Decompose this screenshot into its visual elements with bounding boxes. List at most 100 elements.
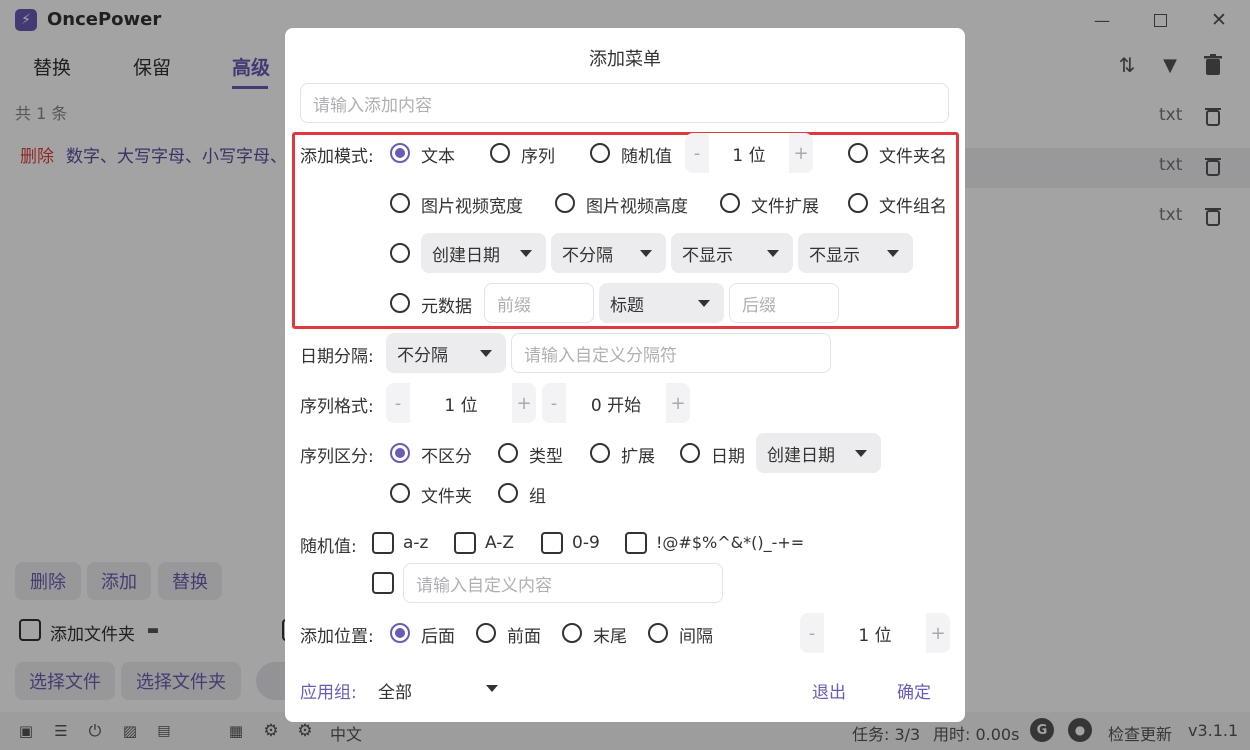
date-type-select[interactable]: 创建日期 — [421, 233, 546, 273]
mode-folder-name-label: 文件夹名 — [879, 147, 947, 167]
date-display-value: 不显示 — [682, 245, 733, 266]
mode-random-radio[interactable] — [590, 143, 610, 163]
sequence-split-label: 序列区分: — [300, 447, 374, 467]
position-end-label: 末尾 — [593, 627, 627, 647]
exit-button[interactable]: 退出 — [812, 678, 846, 703]
increment-button[interactable]: + — [666, 383, 690, 423]
decrement-button[interactable]: - — [685, 133, 709, 173]
split-group-label: 组 — [529, 487, 546, 507]
increment-button[interactable]: + — [789, 133, 813, 173]
metadata-prefix-input[interactable]: 前缀 — [484, 283, 594, 323]
metadata-field-select[interactable]: 标题 — [599, 283, 724, 323]
mode-text-radio[interactable] — [390, 143, 410, 163]
mode-metadata-radio[interactable] — [390, 293, 410, 313]
confirm-button[interactable]: 确定 — [897, 678, 931, 703]
position-label: 添加位置: — [300, 627, 374, 647]
custom-separator-input[interactable]: 请输入自定义分隔符 — [511, 333, 831, 373]
chevron-down-icon — [520, 250, 532, 257]
split-none-label: 不区分 — [421, 447, 472, 467]
mode-sequence-label: 序列 — [521, 147, 555, 167]
add-menu-dialog: 添加菜单 请输入添加内容 添加模式: 文本 序列 随机值 - 1 位 + 文件夹… — [285, 28, 965, 722]
chevron-down-icon — [887, 250, 899, 257]
chevron-down-icon — [698, 300, 710, 307]
apply-group-label: 应用组: — [300, 683, 357, 703]
mode-sequence-radio[interactable] — [490, 143, 510, 163]
split-type-label: 类型 — [529, 447, 563, 467]
random-length-value[interactable]: 1 位 — [709, 133, 789, 173]
metadata-field-value: 标题 — [610, 295, 644, 316]
split-date-value: 创建日期 — [767, 445, 835, 466]
random-uppercase-label: A-Z — [485, 533, 515, 553]
position-before-radio[interactable] — [476, 623, 496, 643]
random-lowercase-checkbox[interactable] — [372, 532, 394, 554]
split-type-radio[interactable] — [498, 443, 518, 463]
dialog-title: 添加菜单 — [589, 49, 661, 70]
mode-file-group-label: 文件组名 — [879, 197, 947, 217]
interval-value[interactable]: 1 位 — [824, 613, 926, 653]
sequence-digits-value[interactable]: 1 位 — [410, 383, 512, 423]
position-interval-radio[interactable] — [648, 623, 668, 643]
date-separator-select[interactable]: 不分隔 — [551, 233, 666, 273]
mode-file-ext-label: 文件扩展 — [751, 197, 819, 217]
split-none-radio[interactable] — [390, 443, 410, 463]
position-before-label: 前面 — [507, 627, 541, 647]
mode-date-radio[interactable] — [390, 243, 410, 263]
random-symbols-label: !@#$%^&*()_-+= — [656, 533, 805, 552]
position-end-radio[interactable] — [562, 623, 582, 643]
sequence-digits-stepper[interactable]: - 1 位 + — [386, 383, 536, 423]
random-uppercase-checkbox[interactable] — [454, 532, 476, 554]
sequence-format-label: 序列格式: — [300, 397, 374, 417]
mode-file-ext-radio[interactable] — [720, 193, 740, 213]
decrement-button[interactable]: - — [800, 613, 824, 653]
random-symbols-checkbox[interactable] — [625, 532, 647, 554]
random-custom-checkbox[interactable] — [372, 572, 394, 594]
split-date-radio[interactable] — [680, 443, 700, 463]
random-length-stepper[interactable]: - 1 位 + — [685, 133, 813, 173]
increment-button[interactable]: + — [926, 613, 950, 653]
date-separator-mode-value: 不分隔 — [397, 345, 448, 366]
decrement-button[interactable]: - — [386, 383, 410, 423]
mode-metadata-label: 元数据 — [421, 297, 472, 317]
mode-image-height-label: 图片视频高度 — [586, 197, 688, 217]
date-display-select[interactable]: 不显示 — [671, 233, 793, 273]
apply-group-value: 全部 — [378, 683, 412, 703]
interval-stepper[interactable]: - 1 位 + — [800, 613, 950, 653]
mode-image-width-radio[interactable] — [390, 193, 410, 213]
split-date-select[interactable]: 创建日期 — [756, 433, 881, 473]
random-custom-input[interactable]: 请输入自定义内容 — [403, 563, 723, 603]
chevron-down-icon — [480, 350, 492, 357]
sequence-start-value[interactable]: 0 开始 — [566, 383, 666, 423]
content-input[interactable]: 请输入添加内容 — [300, 83, 949, 123]
mode-random-label: 随机值 — [621, 147, 672, 167]
mode-file-group-radio[interactable] — [848, 193, 868, 213]
split-ext-radio[interactable] — [590, 443, 610, 463]
random-lowercase-label: a-z — [403, 533, 429, 553]
metadata-suffix-input[interactable]: 后缀 — [729, 283, 839, 323]
chevron-down-icon — [855, 450, 867, 457]
random-digits-label: 0-9 — [572, 533, 600, 553]
position-after-label: 后面 — [421, 627, 455, 647]
sequence-start-stepper[interactable]: - 0 开始 + — [542, 383, 690, 423]
time-display-value: 不显示 — [809, 245, 860, 266]
split-ext-label: 扩展 — [621, 447, 655, 467]
split-date-label: 日期 — [711, 447, 745, 467]
split-group-radio[interactable] — [498, 483, 518, 503]
position-after-radio[interactable] — [390, 623, 410, 643]
mode-text-label: 文本 — [421, 147, 455, 167]
decrement-button[interactable]: - — [542, 383, 566, 423]
position-interval-label: 间隔 — [679, 627, 713, 647]
mode-image-height-radio[interactable] — [555, 193, 575, 213]
date-type-value: 创建日期 — [432, 245, 500, 266]
date-separator-label: 日期分隔: — [300, 347, 374, 367]
mode-image-width-label: 图片视频宽度 — [421, 197, 523, 217]
split-folder-radio[interactable] — [390, 483, 410, 503]
mode-folder-name-radio[interactable] — [848, 143, 868, 163]
date-separator-mode-select[interactable]: 不分隔 — [386, 333, 506, 373]
chevron-down-icon — [767, 250, 779, 257]
increment-button[interactable]: + — [512, 383, 536, 423]
apply-group-select[interactable]: 全部 — [371, 668, 506, 708]
random-digits-checkbox[interactable] — [541, 532, 563, 554]
random-value-label: 随机值: — [300, 537, 357, 557]
time-display-select[interactable]: 不显示 — [798, 233, 913, 273]
date-separator-value: 不分隔 — [562, 245, 613, 266]
